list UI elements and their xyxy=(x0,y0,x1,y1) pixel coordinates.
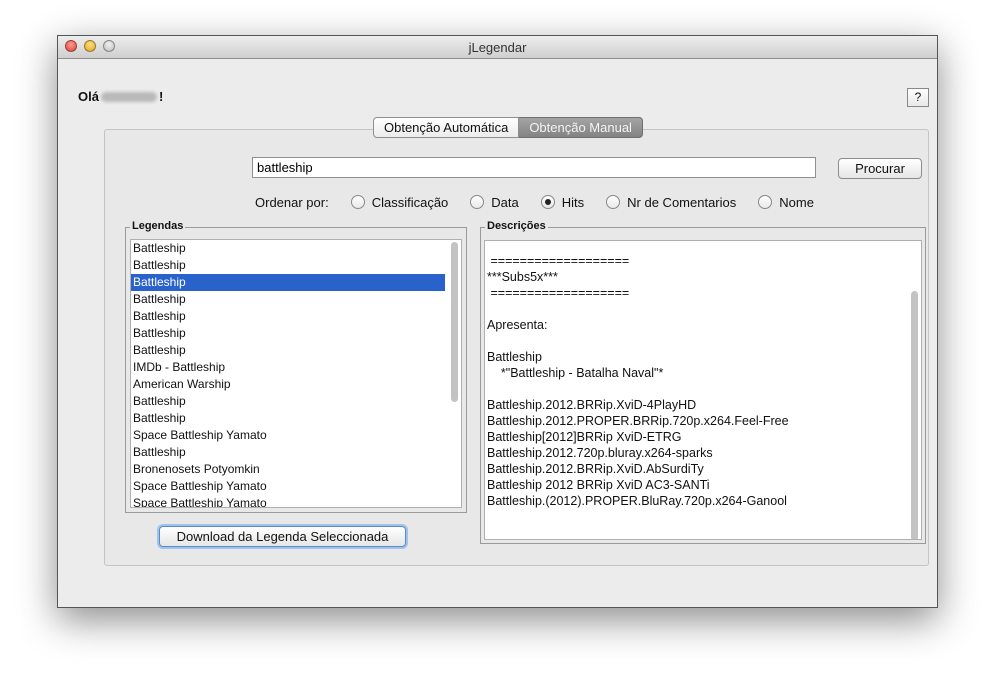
greeting-suffix: ! xyxy=(158,89,164,104)
sort-option-nr-comentarios[interactable]: Nr de Comentarios xyxy=(606,195,736,210)
list-scrollbar[interactable] xyxy=(450,242,459,505)
search-input[interactable] xyxy=(252,157,816,178)
download-selected-subtitle-button[interactable]: Download da Legenda Seleccionada xyxy=(159,526,406,547)
description-line xyxy=(487,333,921,349)
description-line: Battleship 2012 BRRip XviD AC3-SANTi xyxy=(487,478,710,492)
subtitle-list-item[interactable]: Battleship xyxy=(131,393,461,410)
subtitle-list-item[interactable]: Battleship xyxy=(131,342,461,359)
description-line: ***Subs5x*** xyxy=(487,270,558,284)
description-scrollbar-thumb[interactable] xyxy=(911,291,918,539)
help-button[interactable]: ? xyxy=(907,88,929,107)
subtitle-list-item[interactable]: Space Battleship Yamato xyxy=(131,495,461,507)
subtitle-list-item[interactable]: Battleship xyxy=(131,257,461,274)
tab-manual[interactable]: Obtenção Manual xyxy=(519,117,643,138)
descricoes-title: Descrições xyxy=(485,220,548,232)
sort-option-label: Hits xyxy=(561,194,585,210)
description-line: Battleship.2012.PROPER.BRRip.720p.x264.F… xyxy=(487,414,789,428)
sort-option-hits[interactable]: Hits xyxy=(540,194,585,210)
sort-option-label: Classificação xyxy=(371,194,449,210)
sort-label: Ordenar por: xyxy=(255,194,329,210)
subtitle-list-item[interactable]: IMDb - Battleship xyxy=(131,359,461,376)
description-line: Battleship.2012.BRRip.XviD-4PlayHD xyxy=(487,398,697,412)
sort-option-label: Nome xyxy=(779,194,814,210)
title-bar[interactable]: jLegendar xyxy=(58,36,937,59)
descricoes-text-area[interactable]: =================== ***Subs5x*** ========… xyxy=(484,240,922,540)
description-line: Battleship xyxy=(487,350,542,364)
legendas-list[interactable]: Battleship Battleship Battleship Battleship… xyxy=(130,239,462,508)
descricoes-group: Descrições =================== ***Subs5x*… xyxy=(480,220,926,544)
subtitle-list-item[interactable]: Space Battleship Yamato xyxy=(131,427,461,444)
subtitle-list-item[interactable]: Battleship xyxy=(131,274,445,291)
description-line: =================== xyxy=(487,254,630,268)
search-button[interactable]: Procurar xyxy=(838,158,922,179)
sort-option-nome[interactable]: Nome xyxy=(758,195,814,210)
description-line: Battleship.2012.720p.bluray.x264-sparks xyxy=(487,446,713,460)
tab-automatic[interactable]: Obtenção Automática xyxy=(373,117,520,138)
greeting-prefix: Olá xyxy=(78,89,99,104)
radio-button[interactable] xyxy=(606,195,621,209)
legendas-group: Legendas Battleship Battleship Battleship B… xyxy=(125,220,467,513)
legendas-title: Legendas xyxy=(130,220,186,232)
radio-button-selected[interactable] xyxy=(540,195,555,209)
tab-bar: Obtenção Automática Obtenção Manual xyxy=(373,117,643,138)
subtitle-list-item[interactable]: Battleship xyxy=(131,240,461,257)
window-title: jLegendar xyxy=(468,40,527,55)
blurred-username xyxy=(100,92,157,102)
radio-button[interactable] xyxy=(758,195,773,209)
subtitle-list-item[interactable]: Battleship xyxy=(131,444,461,461)
app-window: jLegendar Olá! ? Obtenção Automática Obt… xyxy=(57,35,938,608)
sort-option-label: Nr de Comentarios xyxy=(627,194,737,210)
sort-option-label: Data xyxy=(491,194,519,210)
description-text: =================== ***Subs5x*** ========… xyxy=(485,241,921,509)
greeting: Olá! xyxy=(78,89,163,104)
radio-button[interactable] xyxy=(470,195,485,209)
sort-options: Ordenar por: Classificação Data Hits Nr … xyxy=(255,194,836,210)
description-line xyxy=(487,301,921,317)
subtitle-list-item[interactable]: Bronenosets Potyomkin xyxy=(131,461,461,478)
description-line: Apresenta: xyxy=(487,318,548,332)
list-scrollbar-thumb[interactable] xyxy=(451,242,458,402)
subtitle-list-item[interactable]: Space Battleship Yamato xyxy=(131,478,461,495)
sort-option-data[interactable]: Data xyxy=(470,194,519,210)
radio-button[interactable] xyxy=(350,195,365,209)
description-line: Battleship.(2012).PROPER.BluRay.720p.x26… xyxy=(487,494,787,508)
description-line: Battleship[2012]BRRip XviD-ETRG xyxy=(487,430,682,444)
description-line: *"Battleship - Batalha Naval"* xyxy=(487,366,664,380)
description-line xyxy=(487,381,921,397)
description-scrollbar[interactable] xyxy=(910,243,919,539)
subtitle-list-item[interactable]: Battleship xyxy=(131,410,461,427)
subtitle-list-item[interactable]: Battleship xyxy=(131,291,461,308)
sort-option-classificacao[interactable]: Classificação xyxy=(350,194,449,210)
description-line: =================== xyxy=(487,286,630,300)
subtitle-list-item[interactable]: Battleship xyxy=(131,325,461,342)
subtitle-list-item[interactable]: American Warship xyxy=(131,376,461,393)
legendas-items: Battleship Battleship Battleship Battleship… xyxy=(131,240,461,507)
description-line: Battleship.2012.BRRip.XviD.AbSurdiTy xyxy=(487,462,704,476)
subtitle-list-item[interactable]: Battleship xyxy=(131,308,461,325)
